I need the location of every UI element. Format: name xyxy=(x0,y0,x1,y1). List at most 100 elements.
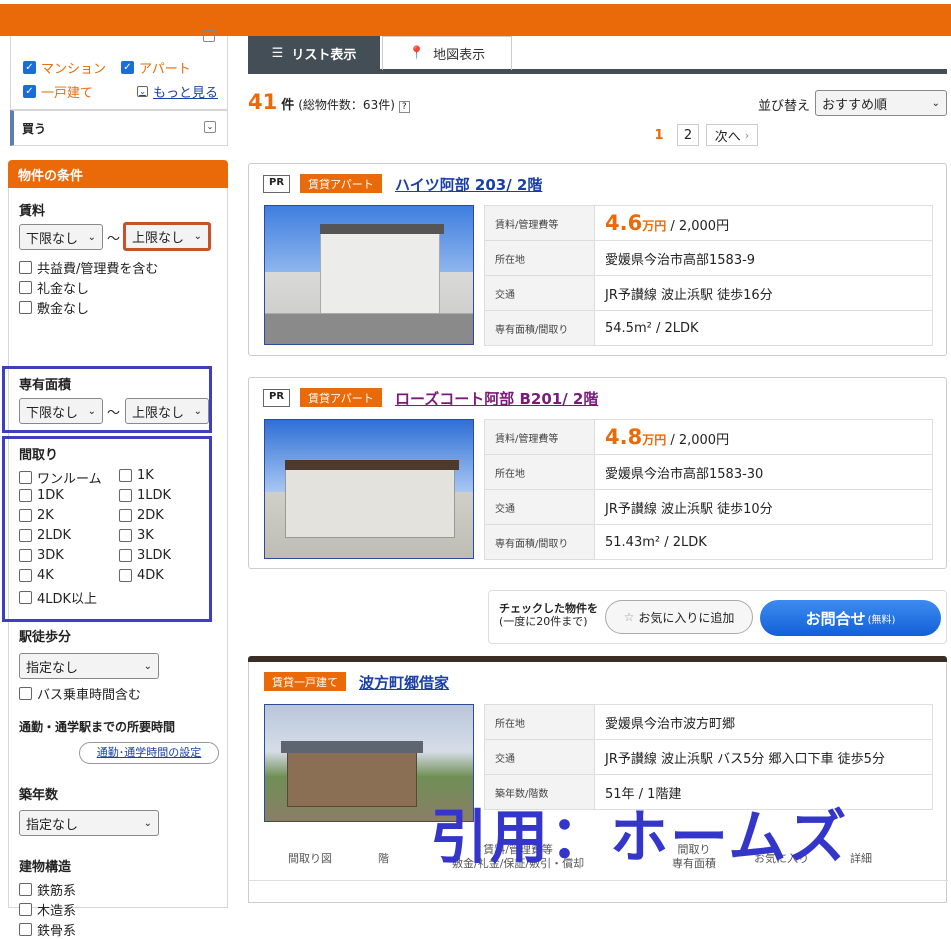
structure-checkbox[interactable]: 鉄骨系 xyxy=(19,920,76,939)
layout-checkbox[interactable]: 2LDK xyxy=(19,528,71,543)
listing-details-table: 賃料/管理費等 4.8万円 / 2,000円 所在地 愛媛県今治市高部1583-30… xyxy=(484,419,933,560)
buy-section[interactable]: 買う ⌄ xyxy=(10,110,228,146)
layout-checkbox[interactable]: 3K xyxy=(119,528,154,543)
col-floorplan: 間取り図 xyxy=(288,852,332,865)
sidebar: ✓ マンション ✓ アパート ✓ 一戸建て ⌄ もっと見る 買う ⌄ 物件の条件 賃料 … xyxy=(0,30,232,939)
listing-title-link[interactable]: ハイツ阿部 203/ 2階 xyxy=(395,174,542,195)
listing-card: PR 賃貸アパート ローズコート阿部 B201/ 2階 賃料/管理費等 4.8万円… xyxy=(248,377,947,569)
type-checkbox-apartment[interactable]: ✓ アパート xyxy=(121,58,191,77)
checkbox-icon xyxy=(19,281,32,294)
type-checkbox-mansion[interactable]: ✓ マンション xyxy=(23,58,106,77)
page-2[interactable]: 2 xyxy=(677,124,699,146)
rent-option-checkbox[interactable]: 共益費/管理費を含む xyxy=(19,258,158,277)
sort-select[interactable]: おすすめ順 ⌄ xyxy=(815,90,947,116)
checkbox-icon xyxy=(19,549,32,562)
conditions-panel: 賃料 下限なし ⌄ ～ 上限なし ⌄ 共益費/管理費を含む 礼金なし 敷金なし 専有… xyxy=(2,188,228,939)
buy-label: 買う xyxy=(22,122,47,136)
checkbox-icon xyxy=(19,591,32,604)
checkbox-icon xyxy=(19,471,32,484)
checkbox-icon xyxy=(19,923,32,936)
checkbox-icon xyxy=(119,529,132,542)
walk-select[interactable]: 指定なし ⌄ xyxy=(19,653,159,679)
layout-title: 間取り xyxy=(19,448,59,463)
next-page-button[interactable]: 次へ › xyxy=(706,124,758,146)
listing-title-link[interactable]: 波方町郷借家 xyxy=(359,672,449,693)
area-min-select[interactable]: 下限なし ⌄ xyxy=(19,398,103,424)
checkbox-icon xyxy=(19,903,32,916)
chevron-down-icon: ⌄ xyxy=(143,660,152,672)
watermark-text: 引用：ホームズ xyxy=(430,803,849,871)
star-plus-icon: ☆ xyxy=(623,610,635,624)
listing-photo[interactable] xyxy=(264,205,474,345)
listing-card: PR 賃貸アパート ハイツ阿部 203/ 2階 賃料/管理費等 4.6万円 / 2… xyxy=(248,163,947,356)
area-max-select[interactable]: 上限なし ⌄ xyxy=(125,398,209,424)
col-detail: 詳細 xyxy=(850,852,872,865)
page-1[interactable]: 1 xyxy=(648,124,670,146)
checkbox-icon xyxy=(19,883,32,896)
chevron-down-icon: ⌄ xyxy=(143,817,152,829)
collapse-icon[interactable] xyxy=(203,30,215,42)
more-link[interactable]: ⌄ もっと見る xyxy=(137,82,218,101)
area-title: 専有面積 xyxy=(19,378,72,393)
bus-time-checkbox[interactable]: バス乗車時間含む xyxy=(19,684,141,703)
layout-checkbox[interactable]: 4DK xyxy=(119,568,164,583)
help-icon[interactable]: ? xyxy=(398,101,410,113)
rent-option-checkbox[interactable]: 礼金なし xyxy=(19,278,89,297)
layout-checkbox[interactable]: 3DK xyxy=(19,548,64,563)
commute-setting-button[interactable]: 通勤･通学時間の設定 xyxy=(79,742,219,764)
checkbox-icon: ✓ xyxy=(121,61,134,74)
rent-title: 賃料 xyxy=(19,204,46,219)
layout-checkbox[interactable]: 1LDK xyxy=(119,488,171,503)
view-tabs: ☰ リスト表示 📍 地図表示 xyxy=(248,36,947,74)
result-count: 41 件 (総物件数：63件) ? xyxy=(248,90,410,114)
checkbox-icon xyxy=(19,569,32,582)
chevron-down-icon: ⌄ xyxy=(193,231,202,242)
checkbox-icon: ✓ xyxy=(23,61,36,74)
roof-shape xyxy=(281,741,423,753)
checkbox-icon xyxy=(119,469,132,482)
checkbox-icon xyxy=(19,509,32,522)
type-checkbox-house[interactable]: ✓ 一戸建て xyxy=(23,82,93,101)
tab-map-view[interactable]: 📍 地図表示 xyxy=(382,36,512,70)
walk-title: 駅徒歩分 xyxy=(19,630,72,645)
listing-photo[interactable] xyxy=(264,419,474,559)
checkbox-icon xyxy=(119,549,132,562)
chevron-down-icon: ⌄ xyxy=(87,231,96,243)
table-divider xyxy=(249,880,948,881)
layout-checkbox[interactable]: 3LDK xyxy=(119,548,171,563)
age-title: 築年数 xyxy=(19,788,59,803)
layout-checkbox[interactable]: ワンルーム xyxy=(19,468,102,487)
checkbox-icon xyxy=(119,489,132,502)
rent-min-select[interactable]: 下限なし ⌄ xyxy=(19,224,103,250)
layout-checkbox[interactable]: 1DK xyxy=(19,488,64,503)
chevron-down-icon: ⌄ xyxy=(87,405,96,417)
pr-badge: PR xyxy=(263,389,291,407)
building-shape xyxy=(320,232,440,314)
roof-shape xyxy=(320,224,444,234)
rent-max-select[interactable]: 上限なし ⌄ xyxy=(123,222,211,251)
rent-option-checkbox[interactable]: 敷金なし xyxy=(19,298,89,317)
chevron-down-icon: ⌄ xyxy=(137,86,148,97)
checkbox-icon xyxy=(19,529,32,542)
chevron-down-icon[interactable]: ⌄ xyxy=(204,121,216,133)
checkbox-icon xyxy=(19,687,32,700)
layout-checkbox[interactable]: 4LDK以上 xyxy=(19,588,97,607)
layout-checkbox[interactable]: 1K xyxy=(119,468,154,483)
add-favorite-button[interactable]: ☆ お気に入りに追加 xyxy=(605,600,753,634)
layout-checkbox[interactable]: 2K xyxy=(19,508,54,523)
range-separator: ～ xyxy=(107,232,121,247)
layout-checkbox[interactable]: 4K xyxy=(19,568,54,583)
checkbox-icon xyxy=(19,261,32,274)
age-select[interactable]: 指定なし ⌄ xyxy=(19,810,159,836)
tab-list-view[interactable]: ☰ リスト表示 xyxy=(248,36,380,70)
checkbox-icon xyxy=(19,301,32,314)
pr-badge: PR xyxy=(263,175,291,193)
layout-checkbox[interactable]: 2DK xyxy=(119,508,164,523)
checked-label: チェックした物件を (一度に20件まで) xyxy=(499,602,598,628)
listing-title-link[interactable]: ローズコート阿部 B201/ 2階 xyxy=(395,388,598,409)
site-header-bar xyxy=(0,0,951,36)
range-separator: ～ xyxy=(107,406,121,421)
structure-checkbox[interactable]: 鉄筋系 xyxy=(19,880,76,899)
inquiry-button[interactable]: お問合せ (無料) xyxy=(760,600,941,636)
checkbox-icon xyxy=(19,489,32,502)
